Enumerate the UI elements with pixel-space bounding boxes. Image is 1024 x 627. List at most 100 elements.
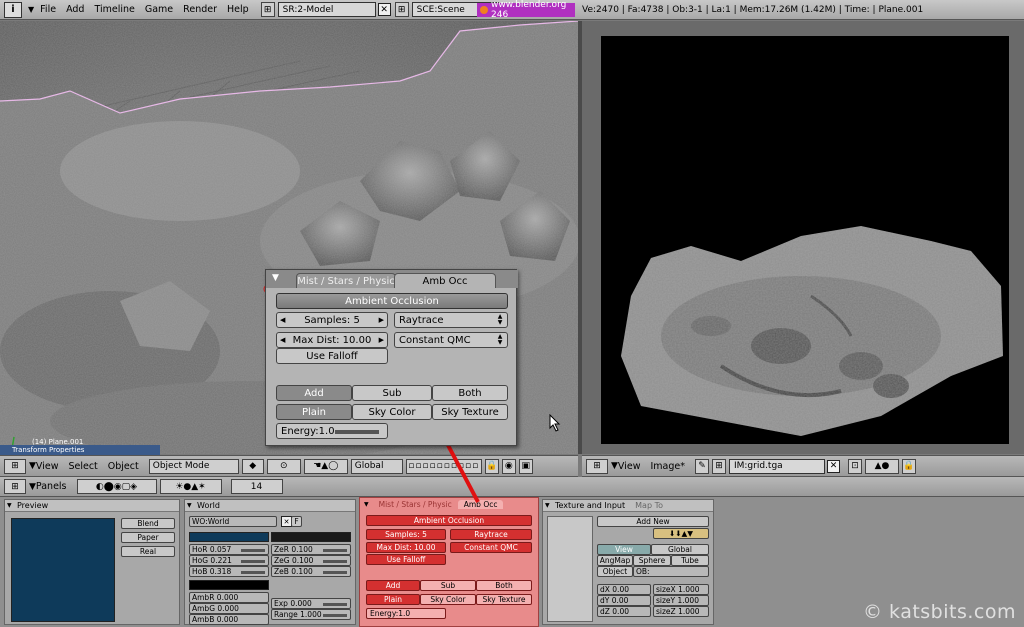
exposure-field[interactable]: Exp 0.000 (271, 598, 351, 609)
image-collapse-icon[interactable]: ▼ (611, 461, 618, 471)
popup-ambocc-tab[interactable]: Amb Occ (394, 273, 496, 288)
ao-plain-button[interactable]: Plain (366, 594, 420, 605)
scene-browse-icon[interactable]: ⊞ (394, 2, 409, 17)
manipulator-icons[interactable]: ☚▲◯ (303, 458, 348, 474)
popup-mist-tab[interactable]: Mist / Stars / Physic (296, 273, 396, 288)
view3d-menu-select[interactable]: Select (68, 461, 97, 472)
ao-maxdist-field[interactable]: Max Dist: 10.00 (366, 542, 446, 553)
amb-r-field[interactable]: AmbR 0.000 (189, 592, 269, 603)
object-field[interactable]: OB: (633, 566, 709, 577)
hor-g-field[interactable]: HoG 0.221 (189, 555, 269, 566)
world-panel-title[interactable]: World (185, 500, 355, 512)
world-fake-user-button[interactable]: F (291, 516, 302, 527)
buttons-window-type-icon[interactable]: ⊞ (4, 479, 26, 494)
ao-energy-field[interactable]: Energy:1.0 (366, 608, 446, 619)
screen-delete-icon[interactable]: ✕ (377, 3, 391, 16)
image-pack-icon[interactable]: ⊡ (847, 458, 862, 474)
orientation-select[interactable]: Global (350, 458, 403, 474)
zen-g-field[interactable]: ZeG 0.100 (271, 555, 351, 566)
frame-number-field[interactable]: 14 (230, 479, 283, 494)
ao-panel-collapse-icon[interactable]: ▼ (364, 501, 369, 508)
popup-energy-field[interactable]: Energy:1.0 (276, 423, 388, 439)
popup-sampling-select[interactable]: Constant QMC ▲ ▼ (394, 332, 508, 348)
ao-skytexture-button[interactable]: Sky Texture (476, 594, 532, 605)
render-view-icon[interactable]: ◉ (501, 458, 516, 474)
preview-paper-button[interactable]: Paper (121, 532, 175, 543)
ao-enable-button[interactable]: Ambient Occlusion (366, 515, 532, 526)
popup-skycolor-button[interactable]: Sky Color (352, 404, 432, 420)
maxdist-increase-icon[interactable]: ▶ (379, 336, 384, 344)
menu-timeline[interactable]: Timeline (94, 4, 134, 15)
view3d-menu-view[interactable]: View (36, 461, 59, 472)
ao-skycolor-button[interactable]: Sky Color (420, 594, 476, 605)
popup-both-button[interactable]: Both (432, 385, 508, 401)
image-menu-image[interactable]: Image* (650, 461, 685, 472)
sizex-field[interactable]: sizeX 1.000 (653, 584, 709, 595)
amb-b-field[interactable]: AmbB 0.000 (189, 614, 269, 625)
zenith-color-swatch[interactable] (271, 532, 351, 542)
uv-image-editor[interactable] (582, 21, 1024, 454)
ao-add-button[interactable]: Add (366, 580, 420, 591)
transform-properties-header[interactable]: Transform Properties (0, 445, 160, 455)
pin-icon[interactable]: ✎ (694, 458, 709, 474)
image-lock-icon[interactable]: 🔒 (901, 458, 916, 474)
image-draw-icons[interactable]: ▲● (864, 458, 899, 474)
ambient-color-swatch[interactable] (189, 580, 269, 590)
zen-b-field[interactable]: ZeB 0.100 (271, 566, 351, 577)
texture-channel-list[interactable] (547, 516, 593, 622)
maxdist-decrease-icon[interactable]: ◀ (280, 336, 285, 344)
coords-sphere-button[interactable]: Sphere (633, 555, 671, 566)
coords-view-button[interactable]: View (597, 544, 651, 555)
sizey-field[interactable]: sizeY 1.000 (653, 595, 709, 606)
sizez-field[interactable]: sizeZ 1.000 (653, 606, 709, 617)
texture-order-icons[interactable]: ⬇⬇▲▼ (653, 528, 709, 539)
popup-samples-field[interactable]: ◀ Samples: 5 ▶ (276, 312, 388, 328)
zen-r-field[interactable]: ZeR 0.100 (271, 544, 351, 555)
screen-name-field[interactable]: SR:2-Model (277, 2, 376, 17)
screen-browse-icon[interactable]: ⊞ (260, 2, 275, 17)
image-name-field[interactable]: IM:grid.tga (728, 458, 825, 474)
ao-falloff-button[interactable]: Use Falloff (366, 554, 446, 565)
popup-add-button[interactable]: Add (276, 385, 352, 401)
amb-g-field[interactable]: AmbG 0.000 (189, 603, 269, 614)
preview-real-button[interactable]: Real (121, 546, 175, 557)
popup-method-select[interactable]: Raytrace ▲ ▼ (394, 312, 508, 328)
coords-angmap-button[interactable]: AngMap (597, 555, 633, 566)
dz-field[interactable]: dZ 0.00 (597, 606, 651, 617)
window-type-icon[interactable]: i (4, 1, 22, 18)
view3d-collapse-icon[interactable]: ▼ (29, 461, 36, 471)
blender-url-link[interactable]: www.blender.org 246 (477, 0, 575, 20)
popup-skytexture-button[interactable]: Sky Texture (432, 404, 508, 420)
menu-file[interactable]: File (40, 4, 56, 15)
view3d-window-type-icon[interactable]: ⊞ (4, 458, 26, 474)
menu-add[interactable]: Add (66, 4, 84, 15)
preview-blend-button[interactable]: Blend (121, 518, 175, 529)
subcontext-icons[interactable]: ☀●▲✶ (159, 479, 222, 494)
panels-menu[interactable]: Panels (36, 481, 67, 492)
image-window-type-icon[interactable]: ⊞ (586, 458, 608, 474)
popup-falloff-button[interactable]: Use Falloff (276, 348, 388, 364)
ao-both-button[interactable]: Both (476, 580, 532, 591)
image-browse-icon[interactable]: ⊞ (711, 458, 726, 474)
ao-sub-button[interactable]: Sub (420, 580, 476, 591)
context-icons[interactable]: ◐⬤◉▢◈ (76, 479, 157, 494)
texture-input-tab[interactable]: Texture and Input (555, 501, 625, 510)
popup-maxdist-field[interactable]: ◀ Max Dist: 10.00 ▶ (276, 332, 388, 348)
menu-render[interactable]: Render (183, 4, 217, 15)
pivot-icon[interactable]: ⊙ (266, 458, 301, 474)
image-menu-view[interactable]: View (618, 461, 641, 472)
mode-select[interactable]: Object Mode (148, 458, 239, 474)
image-delete-icon[interactable]: ✕ (826, 459, 840, 473)
buttons-collapse-icon[interactable]: ▼ (29, 482, 36, 492)
draw-type-icon[interactable]: ◆ (241, 458, 264, 474)
samples-increase-icon[interactable]: ▶ (379, 316, 384, 324)
ao-method-select[interactable]: Raytrace (450, 529, 532, 540)
ao-sampling-select[interactable]: Constant QMC (450, 542, 532, 553)
render-icon[interactable]: ▣ (518, 458, 533, 474)
preview-panel-title[interactable]: Preview (5, 500, 179, 512)
menu-help[interactable]: Help (227, 4, 249, 15)
menu-game[interactable]: Game (145, 4, 173, 15)
view3d-menu-object[interactable]: Object (108, 461, 139, 472)
popup-ao-enable-button[interactable]: Ambient Occlusion (276, 293, 508, 309)
dx-field[interactable]: dX 0.00 (597, 584, 651, 595)
